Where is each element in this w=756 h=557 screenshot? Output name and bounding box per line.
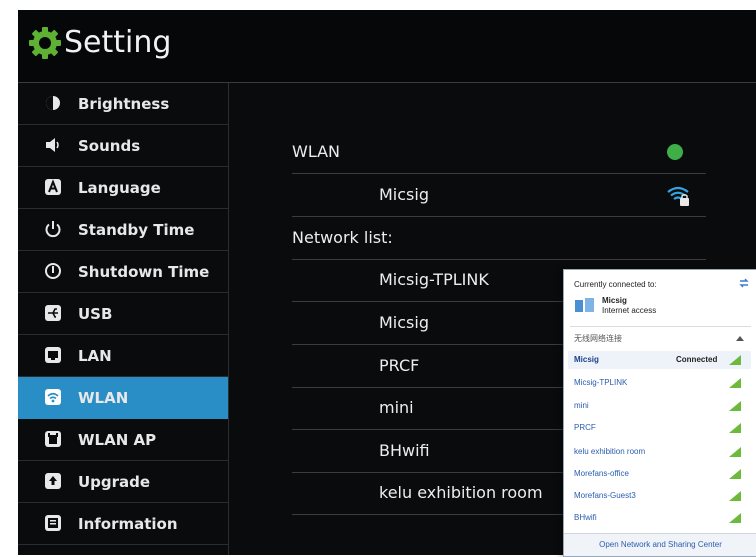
network-item[interactable]: Micsig [379, 312, 429, 334]
signal-strength-icon [729, 513, 741, 523]
network-list-label: Network list: [292, 228, 393, 247]
signal-strength-icon [729, 469, 741, 479]
popup-network-item[interactable]: kelu exhibition room [574, 447, 645, 457]
wlan-label: WLAN [292, 142, 341, 161]
sidebar-item-usb[interactable]: USB [18, 293, 228, 335]
shutdown-icon [45, 263, 61, 279]
gear-icon [29, 27, 61, 59]
divider [292, 216, 706, 217]
wifi-signal-icon[interactable] [666, 185, 692, 207]
sidebar-item-label: Upgrade [78, 473, 151, 491]
network-item[interactable]: kelu exhibition room [379, 482, 543, 504]
wireless-section-label: 无线网络连接 [574, 334, 622, 343]
chevron-up-icon[interactable] [736, 335, 744, 341]
signal-strength-icon [729, 423, 741, 433]
sidebar-item-label: WLAN [78, 389, 129, 407]
network-icon [575, 298, 594, 312]
sidebar-item-language[interactable]: Language [18, 167, 228, 209]
popup-footer: Open Network and Sharing Center [564, 533, 756, 556]
sidebar-item-shutdown-time[interactable]: Shutdown Time [18, 251, 228, 293]
sidebar-item-label: Standby Time [78, 221, 195, 239]
lan-icon [45, 347, 61, 363]
signal-strength-icon [729, 401, 741, 411]
upgrade-icon [45, 473, 61, 489]
open-network-sharing-center-link[interactable]: Open Network and Sharing Center [564, 540, 756, 550]
divider [570, 326, 751, 327]
sidebar-item-label: Shutdown Time [78, 263, 210, 281]
language-icon [45, 179, 61, 195]
brightness-icon [46, 96, 60, 110]
speaker-icon [46, 138, 59, 152]
sidebar-item-upgrade[interactable]: Upgrade [18, 461, 228, 503]
network-item[interactable]: BHwifi [379, 440, 430, 462]
divider [292, 259, 706, 260]
sidebar-item-lan[interactable]: LAN [18, 335, 228, 377]
popup-network-item[interactable]: mini [574, 401, 589, 411]
connected-network-name[interactable]: Micsig [379, 184, 429, 206]
sidebar-item-wlan[interactable]: WLAN [18, 377, 228, 419]
sidebar-item-label: Information [78, 515, 178, 533]
popup-network-item[interactable]: Morefans-Guest3 [574, 491, 636, 501]
access-point-icon [45, 431, 61, 447]
usb-icon [45, 305, 61, 321]
wifi-icon [45, 389, 61, 405]
sidebar-item-label: Brightness [78, 95, 170, 113]
sidebar-item-label: WLAN AP [78, 431, 157, 449]
current-network-name: Micsig [602, 296, 627, 305]
signal-strength-icon [729, 355, 741, 365]
signal-strength-icon [729, 447, 741, 457]
refresh-icon[interactable] [738, 278, 750, 288]
signal-strength-icon [729, 491, 741, 501]
sidebar-item-wlan-ap[interactable]: WLAN AP [18, 419, 228, 461]
sidebar-item-label: Language [78, 179, 161, 197]
sidebar-item-information[interactable]: Information [18, 503, 228, 545]
page-title: Setting [64, 25, 172, 60]
current-network-status: Internet access [602, 306, 657, 315]
popup-network-item[interactable]: PRCF [574, 423, 596, 433]
settings-sidebar: Brightness Sounds Language Standby Time … [18, 83, 229, 555]
signal-strength-icon [729, 378, 741, 388]
sidebar-item-label: Sounds [78, 137, 141, 155]
currently-connected-label: Currently connected to: [574, 280, 657, 289]
power-icon [45, 221, 61, 238]
network-item[interactable]: Micsig-TPLINK [379, 269, 489, 291]
popup-network-item[interactable]: Micsig-TPLINK [574, 378, 627, 388]
popup-network-item[interactable]: BHwifi [574, 513, 597, 523]
windows-network-popup: Currently connected to: Micsig Internet … [563, 269, 756, 557]
header: Setting [18, 10, 756, 83]
sidebar-item-label: USB [78, 305, 113, 323]
popup-network-item[interactable]: Micsig [574, 355, 599, 365]
connected-status: Connected [676, 355, 718, 364]
popup-network-item[interactable]: Morefans-office [574, 469, 629, 479]
sidebar-item-standby-time[interactable]: Standby Time [18, 209, 228, 251]
sidebar-item-sounds[interactable]: Sounds [18, 125, 228, 167]
divider [292, 173, 706, 174]
sidebar-item-brightness[interactable]: Brightness [18, 83, 228, 125]
sidebar-item-label: LAN [78, 347, 112, 365]
wlan-toggle[interactable] [667, 144, 683, 160]
network-item[interactable]: mini [379, 397, 414, 419]
network-item[interactable]: PRCF [379, 355, 419, 377]
information-icon [45, 515, 61, 531]
